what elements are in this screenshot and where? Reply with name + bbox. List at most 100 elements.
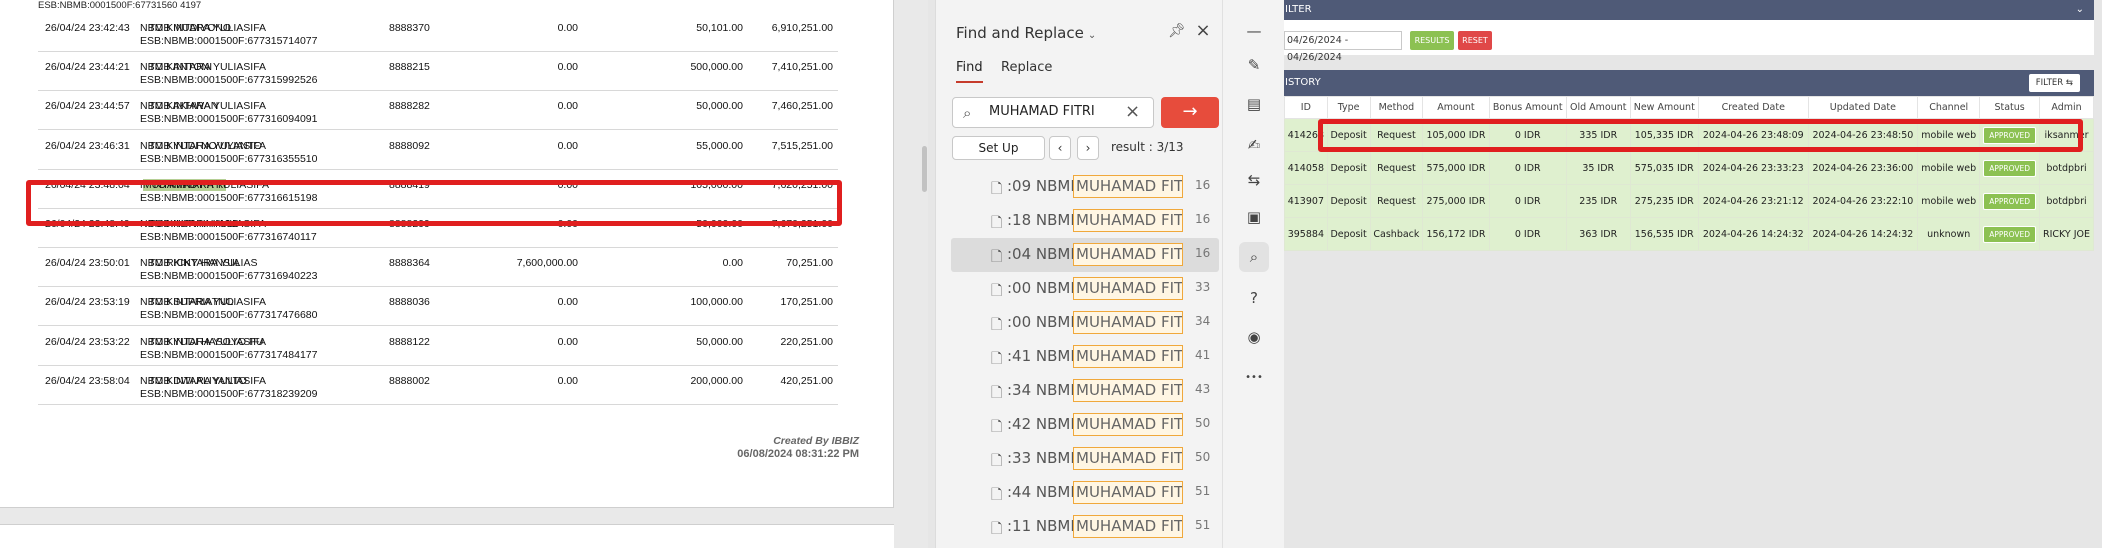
column-header[interactable]: Method — [1369, 96, 1424, 119]
document-icon: 🗋︎ — [991, 249, 1003, 265]
next-result-button[interactable]: › — [1077, 136, 1099, 160]
cell-created: 2024-04-26 14:24:32 — [1697, 217, 1809, 251]
search-result-item[interactable]: 🗋︎:34 NBMB MUHAMAD FITR 43 — [951, 374, 1219, 408]
close-icon[interactable]: × — [1192, 20, 1214, 42]
search-result-item[interactable]: 🗋︎:41 NBMB MUHAMAD FITR 41 — [951, 340, 1219, 374]
result-match: MUHAMAD FITR — [1073, 175, 1183, 198]
result-prefix: :11 NBMB — [1007, 517, 1081, 535]
search-go-button[interactable]: → — [1161, 97, 1219, 128]
row-description: NBMB YUDI HASOYO PU TO KINTARA YULIASIFA — [140, 336, 266, 348]
row-credit: 500,000.00 — [690, 61, 743, 74]
result-prefix: :33 NBMB — [1007, 449, 1081, 467]
search-result-item[interactable]: 🗋︎:11 NBMB MUHAMAD FITR 51 — [951, 510, 1219, 544]
row-reference: 8888122 — [389, 335, 430, 348]
sign-icon[interactable]: ✍ — [1239, 130, 1269, 160]
cell-created: 2024-04-26 23:21:12 — [1697, 184, 1809, 218]
clear-icon[interactable]: × — [1125, 101, 1140, 122]
result-match: MUHAMAD FITR — [1073, 277, 1183, 300]
column-header[interactable]: Bonus Amount — [1488, 96, 1567, 119]
accessibility-icon[interactable]: ◉ — [1239, 322, 1269, 352]
document-icon: 🗋︎ — [991, 181, 1003, 197]
search-result-item[interactable]: 🗋︎:33 NBMB MUHAMAD FITR 50 — [951, 442, 1219, 476]
tab-replace[interactable]: Replace — [1001, 60, 1052, 81]
column-header[interactable]: Created Date — [1697, 96, 1809, 119]
column-header[interactable]: Channel — [1917, 96, 1981, 119]
search-result-item[interactable]: 🗋︎:42 NBMB MUHAMAD FITR 50 — [951, 408, 1219, 442]
result-page: 51 — [1195, 484, 1211, 498]
chevron-down-icon: ⌄ — [1087, 30, 1097, 41]
result-page: 16 — [1195, 246, 1211, 260]
tab-find[interactable]: Find — [956, 60, 983, 83]
column-header[interactable]: Old Amount — [1565, 96, 1631, 119]
row-description: NBMB DWI ALIYANTO TO KINTARA YULIASIFA — [140, 375, 266, 387]
cell-type: Deposit — [1326, 217, 1371, 251]
cell-updated: 2024-04-26 23:22:10 — [1807, 184, 1919, 218]
statement-row: 26/04/24 23:44:57 NBMB AKHWAN TO KINTARA … — [38, 90, 838, 131]
cell-status: APPROVED — [1979, 184, 2041, 218]
edit-icon[interactable]: ✎ — [1239, 50, 1269, 80]
result-match: MUHAMAD FITR — [1073, 243, 1183, 266]
column-header[interactable]: Type — [1326, 96, 1371, 119]
search-input[interactable] — [989, 104, 1119, 119]
previous-result-button[interactable]: ‹ — [1049, 136, 1071, 160]
result-page: 43 — [1195, 382, 1211, 396]
result-page: 50 — [1195, 450, 1211, 464]
column-header[interactable]: Updated Date — [1807, 96, 1919, 119]
results-button[interactable]: RESULTS — [1410, 31, 1454, 50]
row-description-line2: ESB:NBMB:0001500F:677316094091 — [140, 113, 318, 126]
row-to: TO KINTARA YULIASIFA — [148, 100, 267, 113]
history-header: ISTORY FILTER ⇆ — [1284, 70, 2094, 96]
panel-title[interactable]: Find and Replace ⌄ — [956, 24, 1096, 42]
document-scrollbar[interactable] — [922, 146, 927, 192]
pin-icon[interactable]: 📌︎ — [1166, 20, 1188, 42]
minus-tool-icon[interactable]: — — [1239, 16, 1269, 46]
search-result-item[interactable]: 🗋︎:18 NBMB MUHAMAD FITR 16 — [951, 204, 1219, 238]
document-icon: 🗋︎ — [991, 453, 1003, 469]
search-box[interactable]: ⌕ × — [952, 97, 1154, 128]
document-icon: 🗋︎ — [991, 351, 1003, 367]
search-tool-icon[interactable]: ⌕ — [1239, 242, 1269, 272]
row-balance: 70,251.00 — [786, 257, 833, 270]
compare-icon[interactable]: ⇆ — [1239, 165, 1269, 195]
help-icon[interactable]: ? — [1239, 283, 1269, 313]
search-result-item[interactable]: 🗋︎:00 NBMB MUHAMAD FITR 33 — [951, 272, 1219, 306]
column-header[interactable]: Status — [1979, 96, 2041, 119]
cell-amount: 275,000 IDR — [1422, 184, 1490, 218]
column-header[interactable]: New Amount — [1629, 96, 1699, 119]
search-result-item[interactable]: 🗋︎:44 NBMB MUHAMAD FITR 51 — [951, 476, 1219, 510]
setup-button[interactable]: Set Up — [952, 136, 1045, 160]
chevron-down-icon[interactable]: ⌄ — [2076, 0, 2084, 19]
row-date: 26/04/24 23:50:01 — [45, 257, 130, 270]
cell-admin: botdpbri — [2039, 151, 2094, 185]
history-filter-button[interactable]: FILTER ⇆ — [2028, 74, 2080, 92]
filter-header[interactable]: ILTER ⌄ — [1284, 0, 2094, 20]
row-credit: 55,000.00 — [696, 139, 743, 152]
result-page: 50 — [1195, 416, 1211, 430]
search-results-list: 🗋︎:09 NBMB MUHAMAD FITR 16 🗋︎:18 NBMB MUHAMA… — [951, 170, 1223, 544]
more-icon[interactable]: ••• — [1239, 363, 1269, 393]
search-result-item[interactable]: 🗋︎:09 NBMB MUHAMAD FITR 16 — [951, 170, 1219, 204]
table-row[interactable]: 413907 Deposit Request 275,000 IDR 0 IDR 235 … — [1284, 184, 2094, 218]
created-by-label: Created By IBBIZ — [773, 435, 859, 447]
column-header[interactable]: ID — [1284, 96, 1328, 119]
table-row[interactable]: 395884 Deposit Cashback 156,172 IDR 0 IDR 363… — [1284, 217, 2094, 251]
find-replace-panel: Find and Replace⌄ 📌︎ × Find Replace ⌕ × … — [935, 0, 1222, 548]
statement-row: 26/04/24 23:50:01 NBMB KINTARA YULIAS TO … — [38, 247, 838, 288]
search-result-item[interactable]: 🗋︎:04 NBMB MUHAMAD FITR 16 — [951, 238, 1219, 272]
form-icon[interactable]: ▣ — [1239, 202, 1269, 232]
row-description-line2: ESB:NBMB:0001500F:677317484177 — [140, 348, 318, 361]
table-row[interactable]: 414058 Deposit Request 575,000 IDR 0 IDR 35 I… — [1284, 151, 2094, 185]
column-header[interactable]: Amount — [1422, 96, 1490, 119]
row-balance: 7,410,251.00 — [771, 61, 833, 74]
statement-row: 26/04/24 23:58:04 NBMB DWI ALIYANTO TO KI… — [38, 365, 838, 405]
row-credit: 200,000.00 — [690, 374, 743, 387]
search-result-item[interactable]: 🗋︎:00 NBMB MUHAMAD FITR 34 — [951, 306, 1219, 340]
cell-old: 35 IDR — [1565, 151, 1631, 185]
date-range-input[interactable]: 04/26/2024 - 04/26/2024 — [1284, 31, 1402, 63]
row-description-line2: ESB:NBMB:0001500F:677316940223 — [140, 270, 318, 283]
result-page: 33 — [1195, 280, 1211, 294]
column-header[interactable]: Admin — [2039, 96, 2094, 119]
reset-button[interactable]: RESET — [1458, 31, 1492, 50]
cell-type: Deposit — [1326, 151, 1371, 185]
document-edit-icon[interactable]: ▤ — [1239, 89, 1269, 119]
